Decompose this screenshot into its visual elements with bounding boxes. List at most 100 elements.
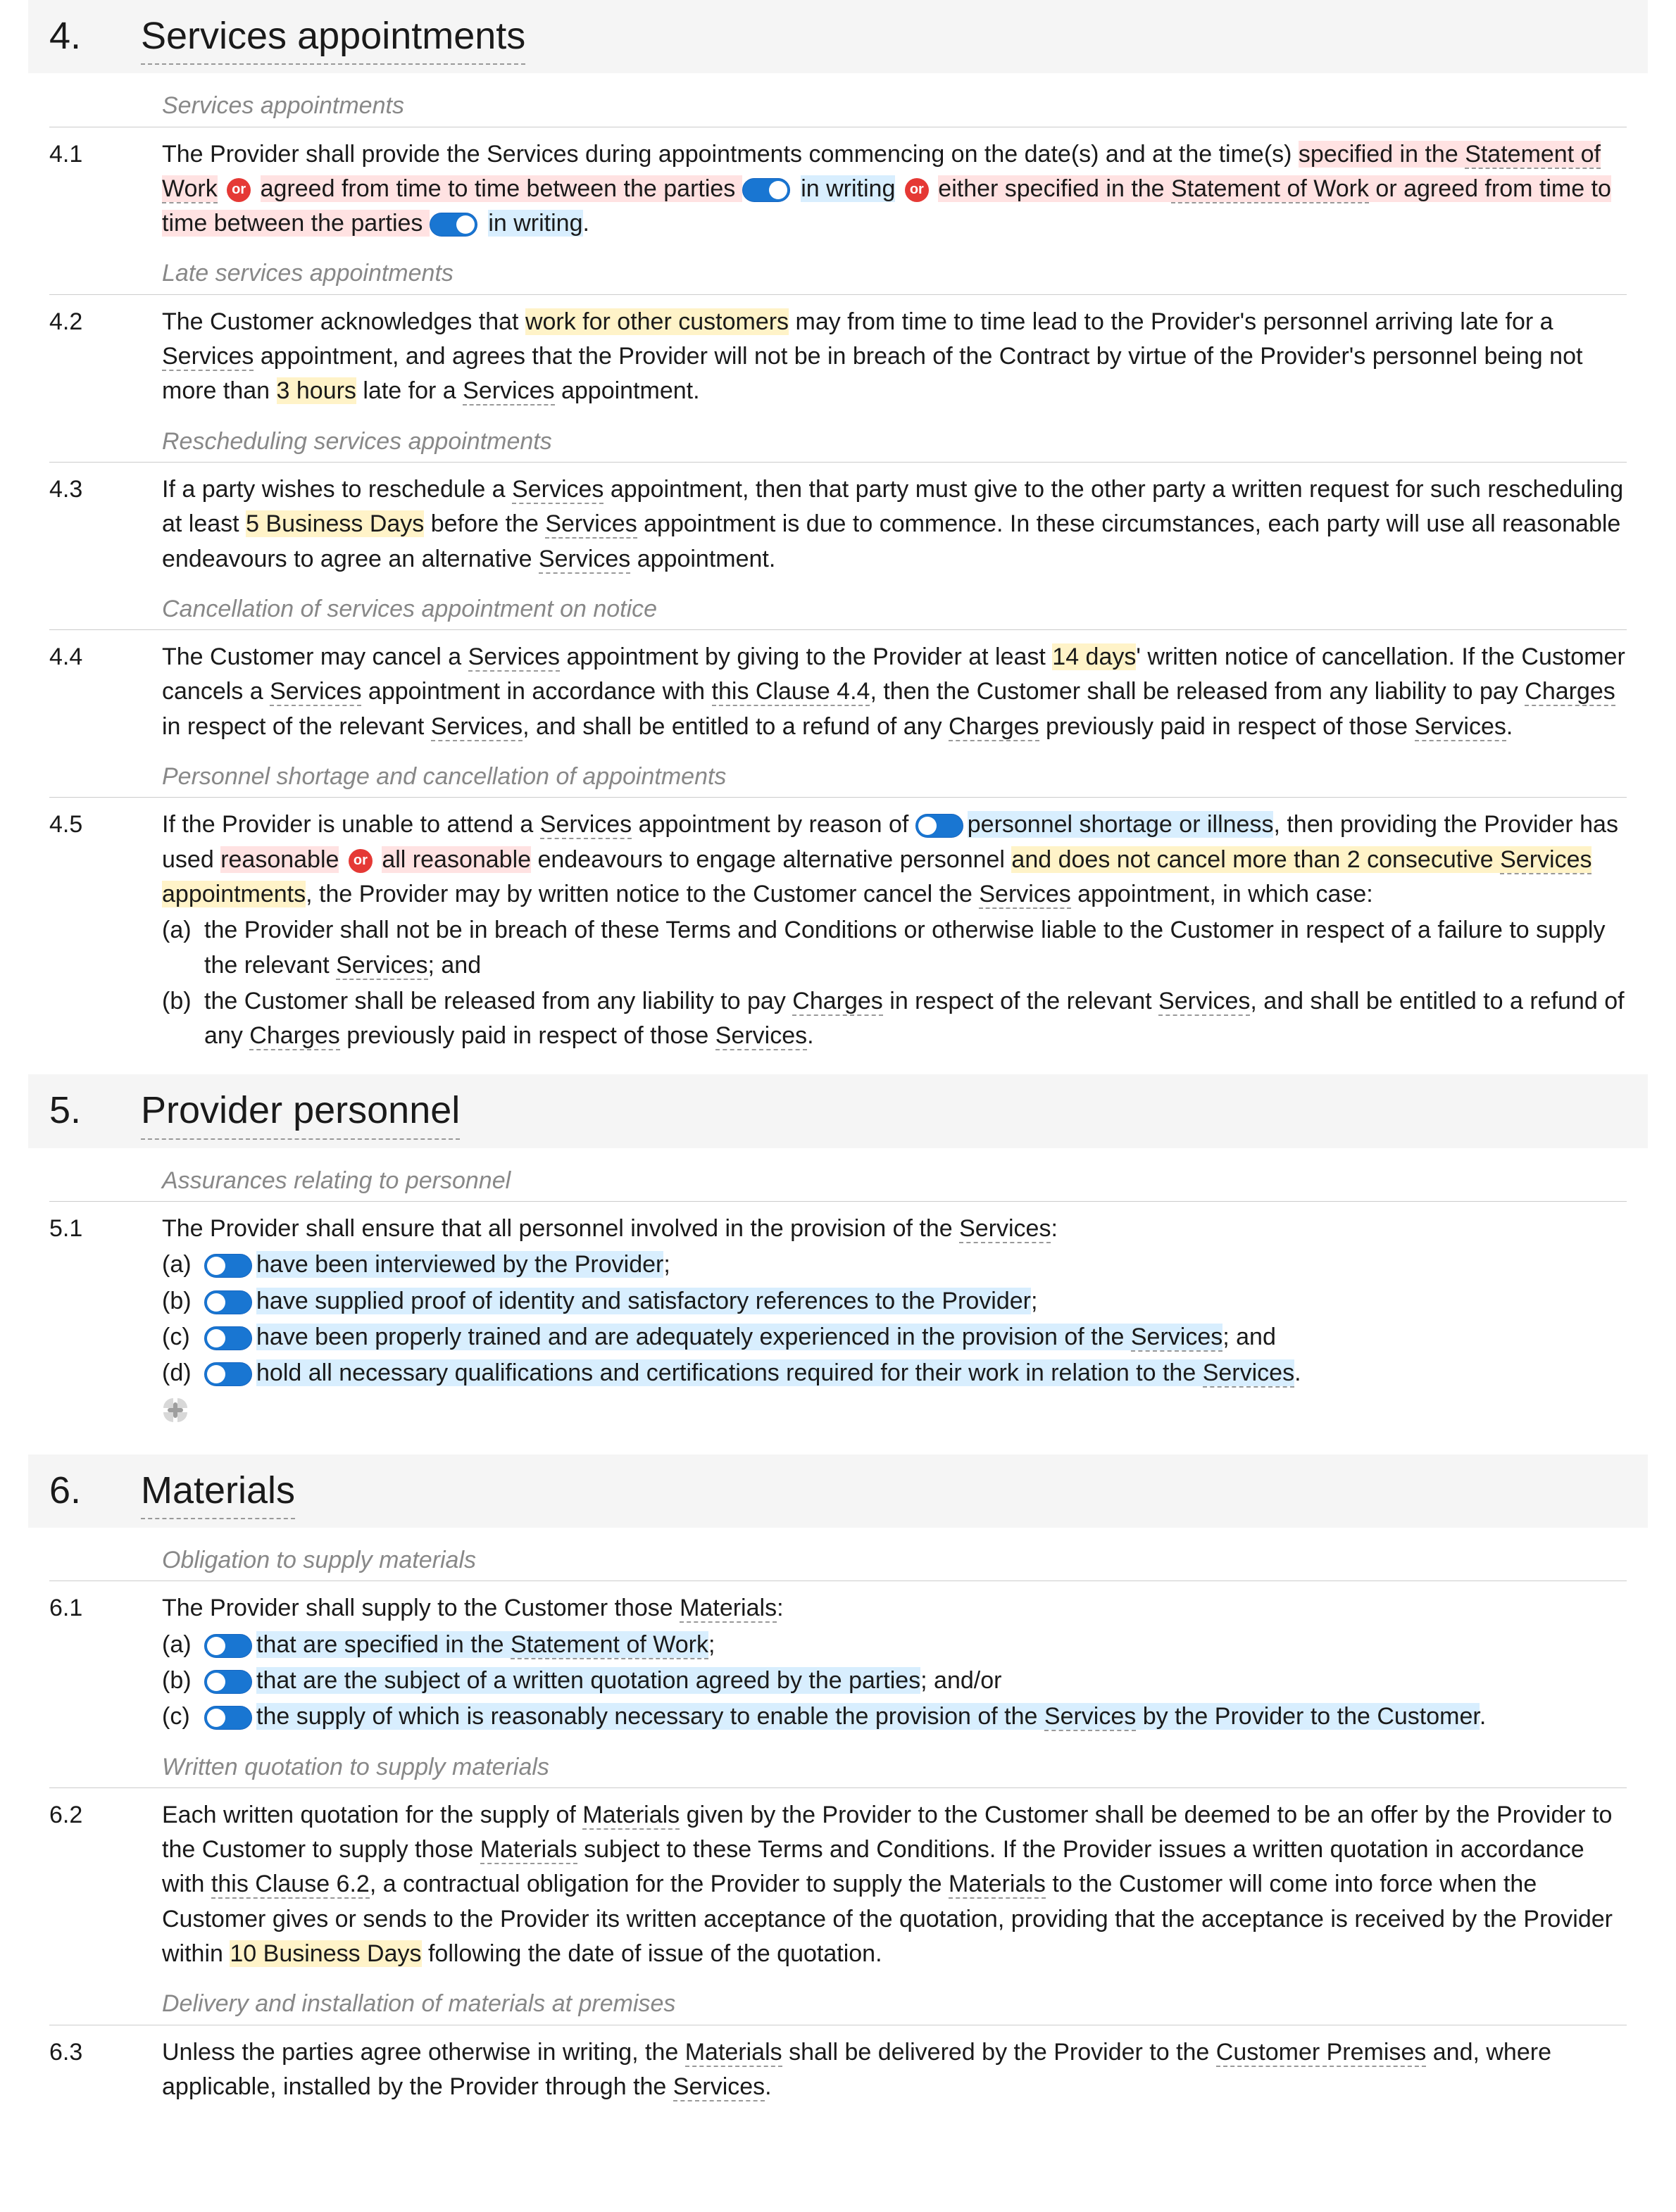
defined-term-services[interactable]: Services <box>162 343 254 371</box>
text: Unless the parties agree otherwise in wr… <box>162 2039 685 2066</box>
defined-term-services[interactable]: Services <box>1131 1324 1222 1352</box>
toggle-icon[interactable] <box>204 1362 252 1386</box>
defined-term-materials[interactable]: Materials <box>949 1871 1046 1899</box>
toggle-text[interactable]: that are the subject of a written quotat… <box>256 1667 920 1694</box>
toggle-icon[interactable] <box>204 1254 252 1278</box>
defined-term-services[interactable]: Services <box>431 713 523 741</box>
defined-term-services[interactable]: Services <box>1415 713 1506 741</box>
sub-item-a: (a) have been interviewed by the Provide… <box>162 1248 1627 1282</box>
or-badge-icon[interactable]: or <box>349 849 373 873</box>
clause-6-2: 6.2 Each written quotation for the suppl… <box>28 1798 1648 1971</box>
toggle-icon[interactable] <box>204 1706 252 1730</box>
defined-term-materials[interactable]: Materials <box>685 2039 782 2067</box>
subheading-4-3: Rescheduling services appointments <box>49 425 1627 463</box>
defined-term-services[interactable]: Services <box>959 1215 1051 1243</box>
clause-body: The Customer may cancel a Services appoi… <box>162 640 1627 744</box>
toggle-text[interactable]: have been properly trained and are adequ… <box>256 1324 1222 1350</box>
defined-term-charges[interactable]: Charges <box>792 988 883 1016</box>
text: If a party wishes to reschedule a <box>162 476 512 503</box>
text: in respect of the relevant <box>162 713 431 740</box>
toggle-icon[interactable] <box>204 1290 252 1314</box>
defined-term-services[interactable]: Services <box>715 1022 807 1050</box>
toggle-text[interactable]: hold all necessary qualifications and ce… <box>256 1359 1294 1386</box>
sub-text: that are specified in the Statement of W… <box>204 1628 1627 1662</box>
option-text[interactable]: agreed from time to time between the par… <box>261 175 742 202</box>
clause-number: 4.5 <box>49 807 162 1053</box>
toggle-icon[interactable] <box>204 1634 252 1658</box>
defined-term-services[interactable]: Services <box>1044 1703 1136 1731</box>
or-badge-icon[interactable]: or <box>905 178 929 202</box>
clause-number: 5.1 <box>49 1212 162 1433</box>
defined-term-charges[interactable]: Charges <box>249 1022 340 1050</box>
defined-term-services[interactable]: Services <box>468 643 560 672</box>
clause-6-3: 6.3 Unless the parties agree otherwise i… <box>28 2035 1648 2105</box>
clause-4-4: 4.4 The Customer may cancel a Services a… <box>28 640 1648 744</box>
editable-text[interactable]: 14 days <box>1052 643 1136 670</box>
defined-term-services[interactable]: Services <box>673 2073 765 2101</box>
subheading-text: Assurances relating to personnel <box>162 1167 511 1194</box>
clause-reference[interactable]: this Clause 4.4 <box>712 678 870 706</box>
toggle-text[interactable]: that are specified in the Statement of W… <box>256 1631 708 1658</box>
sub-text: the Provider shall not be in breach of t… <box>204 913 1627 983</box>
sub-letter: (b) <box>162 1284 204 1319</box>
section-5-title[interactable]: Provider personnel <box>141 1083 460 1139</box>
defined-term-services[interactable]: Services <box>270 678 361 706</box>
editable-text[interactable]: 5 Business Days <box>246 510 424 537</box>
toggle-icon[interactable] <box>204 1326 252 1350</box>
sub-item-d: (d) hold all necessary qualifications an… <box>162 1356 1627 1390</box>
text: The Customer may cancel a <box>162 643 468 670</box>
clause-body: If the Provider is unable to attend a Se… <box>162 807 1627 1053</box>
defined-term-materials[interactable]: Materials <box>680 1595 777 1623</box>
defined-term-services[interactable]: Services <box>512 476 604 504</box>
subheading-text: Delivery and installation of materials a… <box>162 1990 675 2017</box>
defined-term-customer-premises[interactable]: Customer Premises <box>1216 2039 1427 2067</box>
clause-body: The Provider shall ensure that all perso… <box>162 1212 1627 1433</box>
toggle-text[interactable]: in writing <box>488 210 582 237</box>
defined-term-statement-of-work[interactable]: Statement of Work <box>511 1631 708 1659</box>
defined-term-charges[interactable]: Charges <box>1525 678 1615 706</box>
defined-term-services[interactable]: Services <box>539 546 630 574</box>
clause-body: Unless the parties agree otherwise in wr… <box>162 2035 1627 2105</box>
add-item-icon[interactable] <box>162 1397 189 1424</box>
toggle-text[interactable]: personnel shortage or illness <box>968 811 1274 838</box>
toggle-text[interactable]: have supplied proof of identity and sati… <box>256 1288 1031 1314</box>
sub-letter: (c) <box>162 1699 204 1734</box>
defined-term-services[interactable]: Services <box>1203 1359 1294 1388</box>
section-5-header: 5. Provider personnel <box>28 1074 1648 1148</box>
section-4-header: 4. Services appointments <box>28 0 1648 73</box>
clause-reference[interactable]: this Clause 6.2 <box>211 1871 370 1899</box>
subheading-text: Cancellation of services appointment on … <box>162 596 657 622</box>
or-badge-icon[interactable]: or <box>227 178 251 202</box>
defined-term-services[interactable]: Services <box>1500 846 1591 874</box>
toggle-icon[interactable] <box>742 178 790 202</box>
editable-text[interactable]: 3 hours <box>277 377 356 404</box>
text: The Provider shall supply to the Custome… <box>162 1595 680 1621</box>
defined-term-services[interactable]: Services <box>540 811 632 839</box>
defined-term-services[interactable]: Services <box>1158 988 1250 1016</box>
toggle-text[interactable]: have been interviewed by the Provider <box>256 1251 663 1278</box>
sub-letter: (a) <box>162 1248 204 1282</box>
defined-term-charges[interactable]: Charges <box>949 713 1039 741</box>
defined-term-materials[interactable]: Materials <box>582 1802 680 1830</box>
editable-text[interactable]: work for other customers <box>525 308 789 335</box>
text: . <box>583 210 589 237</box>
defined-term-statement-of-work[interactable]: Statement of Work <box>1171 175 1369 203</box>
section-4-title[interactable]: Services appointments <box>141 8 525 65</box>
toggle-icon[interactable] <box>204 1670 252 1694</box>
defined-term-services[interactable]: Services <box>979 881 1070 909</box>
defined-term-services[interactable]: Services <box>336 952 427 980</box>
option-text[interactable]: reasonable <box>220 846 339 873</box>
section-5-number: 5. <box>49 1083 141 1138</box>
defined-term-services[interactable]: Services <box>463 377 554 406</box>
subheading-text: Personnel shortage and cancellation of a… <box>162 763 726 790</box>
section-6-title[interactable]: Materials <box>141 1463 295 1519</box>
toggle-icon[interactable] <box>915 814 963 838</box>
defined-term-materials[interactable]: Materials <box>480 1836 577 1864</box>
toggle-text[interactable]: the supply of which is reasonably necess… <box>256 1703 1480 1730</box>
toggle-icon[interactable] <box>430 213 477 237</box>
defined-term-services[interactable]: Services <box>545 510 637 539</box>
toggle-text[interactable]: in writing <box>801 175 895 202</box>
option-text[interactable]: all reasonable <box>382 846 531 873</box>
editable-text[interactable]: 10 Business Days <box>230 1940 421 1967</box>
subheading-text: Late services appointments <box>162 260 454 287</box>
